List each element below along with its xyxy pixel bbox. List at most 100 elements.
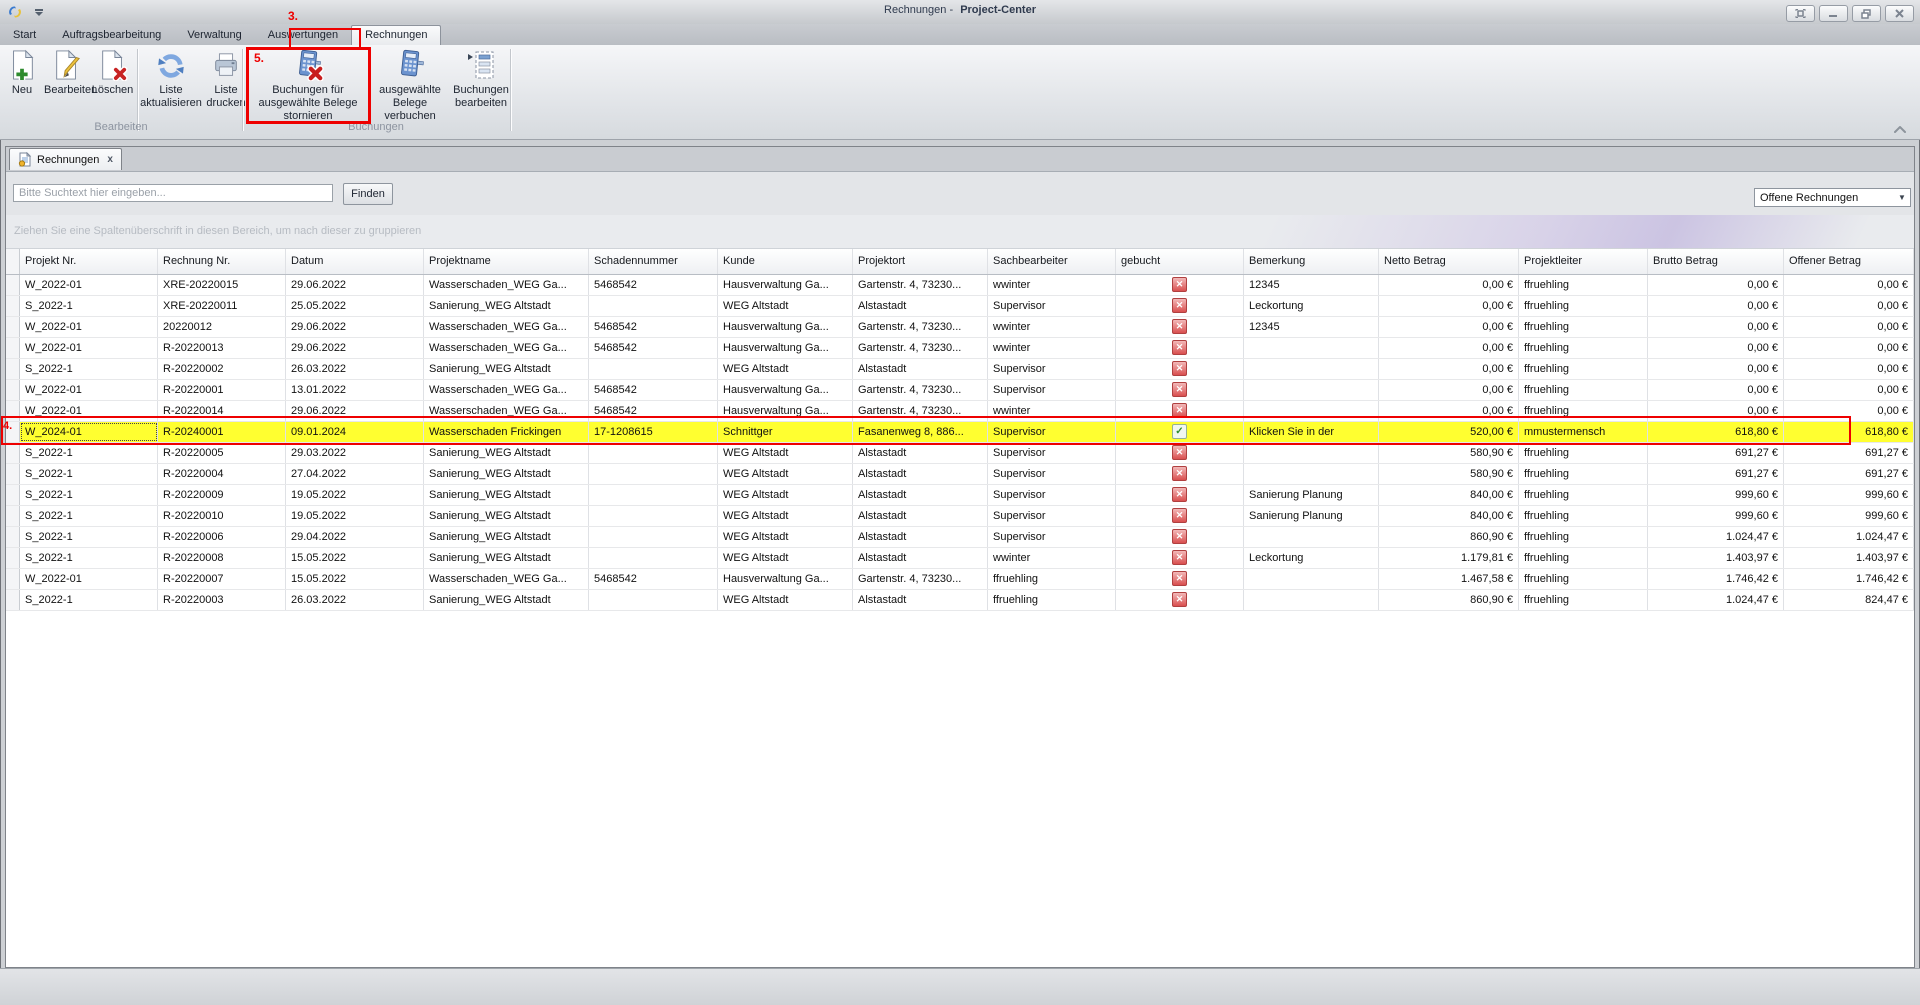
- table-row[interactable]: S_2022-1R-2022000427.04.2022Sanierung_WE…: [6, 464, 1914, 485]
- table-row[interactable]: W_2022-01XRE-2022001529.06.2022Wassersch…: [6, 275, 1914, 296]
- cell-schadennummer[interactable]: [589, 527, 718, 547]
- cell-bemerkung[interactable]: [1244, 443, 1379, 463]
- cell-bemerkung[interactable]: Leckortung: [1244, 296, 1379, 316]
- cell-schadennummer[interactable]: [589, 464, 718, 484]
- table-row[interactable]: S_2022-1R-2022001019.05.2022Sanierung_WE…: [6, 506, 1914, 527]
- table-row[interactable]: S_2022-1R-2022000815.05.2022Sanierung_WE…: [6, 548, 1914, 569]
- cell-brutto[interactable]: 0,00 €: [1648, 317, 1784, 337]
- column-header-sachbearbeiter[interactable]: Sachbearbeiter: [988, 249, 1116, 274]
- cell-offener[interactable]: 1.024,47 €: [1784, 527, 1914, 547]
- row-indicator[interactable]: [6, 317, 20, 337]
- row-indicator[interactable]: [6, 464, 20, 484]
- cell-projektort[interactable]: Gartenstr. 4, 73230...: [853, 317, 988, 337]
- cell-bemerkung[interactable]: [1244, 401, 1379, 421]
- cell-schadennummer[interactable]: [589, 485, 718, 505]
- cell-projektort[interactable]: Alstastadt: [853, 485, 988, 505]
- cell-projektleiter[interactable]: ffruehling: [1519, 464, 1648, 484]
- cell-projektort[interactable]: Alstastadt: [853, 590, 988, 610]
- row-indicator[interactable]: [6, 401, 20, 421]
- cell-projektname[interactable]: Sanierung_WEG Altstadt: [424, 485, 589, 505]
- cell-schadennummer[interactable]: [589, 506, 718, 526]
- cell-datum[interactable]: 26.03.2022: [286, 359, 424, 379]
- cell-sachbearbeiter[interactable]: Supervisor: [988, 380, 1116, 400]
- table-row[interactable]: W_2022-01R-2022000715.05.2022Wasserschad…: [6, 569, 1914, 590]
- cell-sachbearbeiter[interactable]: wwinter: [988, 317, 1116, 337]
- column-header-brutto[interactable]: Brutto Betrag: [1648, 249, 1784, 274]
- cell-kunde[interactable]: Hausverwaltung Ga...: [718, 401, 853, 421]
- cell-kunde[interactable]: WEG Altstadt: [718, 485, 853, 505]
- cell-projektort[interactable]: Gartenstr. 4, 73230...: [853, 338, 988, 358]
- cell-kunde[interactable]: WEG Altstadt: [718, 548, 853, 568]
- cell-netto[interactable]: 860,90 €: [1379, 590, 1519, 610]
- cell-kunde[interactable]: WEG Altstadt: [718, 506, 853, 526]
- cell-projekt_nr[interactable]: W_2022-01: [20, 569, 158, 589]
- cell-projekt_nr[interactable]: S_2022-1: [20, 527, 158, 547]
- cell-brutto[interactable]: 0,00 €: [1648, 359, 1784, 379]
- ribbon-tab-auswertungen[interactable]: Auswertungen: [255, 26, 351, 45]
- cell-gebucht[interactable]: ✕: [1116, 506, 1244, 526]
- cell-rechnung_nr[interactable]: R-20240001: [158, 422, 286, 442]
- row-indicator[interactable]: [6, 338, 20, 358]
- cell-projektname[interactable]: Wasserschaden_WEG Ga...: [424, 338, 589, 358]
- cell-gebucht[interactable]: ✕: [1116, 443, 1244, 463]
- cell-gebucht[interactable]: ✕: [1116, 590, 1244, 610]
- cell-brutto[interactable]: 0,00 €: [1648, 401, 1784, 421]
- loeschen-button[interactable]: Löschen: [91, 47, 134, 119]
- cell-gebucht[interactable]: ✕: [1116, 401, 1244, 421]
- cell-sachbearbeiter[interactable]: Supervisor: [988, 422, 1116, 442]
- cell-netto[interactable]: 0,00 €: [1379, 359, 1519, 379]
- cell-projektname[interactable]: Sanierung_WEG Altstadt: [424, 548, 589, 568]
- cell-projekt_nr[interactable]: W_2022-01: [20, 275, 158, 295]
- row-indicator[interactable]: [6, 485, 20, 505]
- cell-sachbearbeiter[interactable]: Supervisor: [988, 527, 1116, 547]
- cell-brutto[interactable]: 1.403,97 €: [1648, 548, 1784, 568]
- buchungen-bearbeiten-button[interactable]: Buchungen bearbeiten: [452, 47, 510, 119]
- cell-rechnung_nr[interactable]: R-20220005: [158, 443, 286, 463]
- cell-schadennummer[interactable]: [589, 359, 718, 379]
- cell-schadennummer[interactable]: [589, 548, 718, 568]
- doc-tab-rechnungen[interactable]: Rechnungen x: [9, 148, 122, 170]
- cell-projektleiter[interactable]: ffruehling: [1519, 569, 1648, 589]
- cell-netto[interactable]: 1.467,58 €: [1379, 569, 1519, 589]
- cell-schadennummer[interactable]: 17-1208615: [589, 422, 718, 442]
- cell-netto[interactable]: 840,00 €: [1379, 506, 1519, 526]
- cell-rechnung_nr[interactable]: R-20220004: [158, 464, 286, 484]
- cell-sachbearbeiter[interactable]: wwinter: [988, 548, 1116, 568]
- filter-dropdown[interactable]: Offene Rechnungen ▼: [1754, 188, 1911, 207]
- cell-netto[interactable]: 0,00 €: [1379, 380, 1519, 400]
- column-header-datum[interactable]: Datum: [286, 249, 424, 274]
- cell-netto[interactable]: 860,90 €: [1379, 527, 1519, 547]
- cell-projektort[interactable]: Gartenstr. 4, 73230...: [853, 380, 988, 400]
- cell-netto[interactable]: 0,00 €: [1379, 401, 1519, 421]
- cell-datum[interactable]: 29.06.2022: [286, 338, 424, 358]
- cell-projektname[interactable]: Sanierung_WEG Altstadt: [424, 296, 589, 316]
- column-header-gebucht[interactable]: gebucht: [1116, 249, 1244, 274]
- cell-projekt_nr[interactable]: S_2022-1: [20, 359, 158, 379]
- table-row[interactable]: S_2022-1R-2022000326.03.2022Sanierung_WE…: [6, 590, 1914, 611]
- cell-projektname[interactable]: Sanierung_WEG Altstadt: [424, 506, 589, 526]
- cell-rechnung_nr[interactable]: XRE-20220015: [158, 275, 286, 295]
- cell-rechnung_nr[interactable]: R-20220008: [158, 548, 286, 568]
- cell-bemerkung[interactable]: [1244, 527, 1379, 547]
- cell-sachbearbeiter[interactable]: ffruehling: [988, 569, 1116, 589]
- cell-netto[interactable]: 1.179,81 €: [1379, 548, 1519, 568]
- cell-projekt_nr[interactable]: W_2022-01: [20, 380, 158, 400]
- cell-projektort[interactable]: Fasanenweg 8, 886...: [853, 422, 988, 442]
- cell-kunde[interactable]: Hausverwaltung Ga...: [718, 317, 853, 337]
- bearbeiten-button[interactable]: Bearbeiten: [44, 47, 89, 119]
- cell-projektname[interactable]: Wasserschaden_WEG Ga...: [424, 569, 589, 589]
- cell-kunde[interactable]: Schnittger: [718, 422, 853, 442]
- table-row[interactable]: S_2022-1R-2022000919.05.2022Sanierung_WE…: [6, 485, 1914, 506]
- cell-offener[interactable]: 691,27 €: [1784, 443, 1914, 463]
- cell-sachbearbeiter[interactable]: Supervisor: [988, 443, 1116, 463]
- cell-projekt_nr[interactable]: S_2022-1: [20, 506, 158, 526]
- cell-sachbearbeiter[interactable]: wwinter: [988, 401, 1116, 421]
- table-row[interactable]: S_2022-1XRE-2022001125.05.2022Sanierung_…: [6, 296, 1914, 317]
- cell-offener[interactable]: 0,00 €: [1784, 359, 1914, 379]
- cell-bemerkung[interactable]: [1244, 590, 1379, 610]
- cell-datum[interactable]: 29.06.2022: [286, 401, 424, 421]
- cell-projektname[interactable]: Wasserschaden_WEG Ga...: [424, 380, 589, 400]
- cell-offener[interactable]: 618,80 €: [1784, 422, 1914, 442]
- cell-projektname[interactable]: Wasserschaden_WEG Ga...: [424, 401, 589, 421]
- cell-brutto[interactable]: 1.746,42 €: [1648, 569, 1784, 589]
